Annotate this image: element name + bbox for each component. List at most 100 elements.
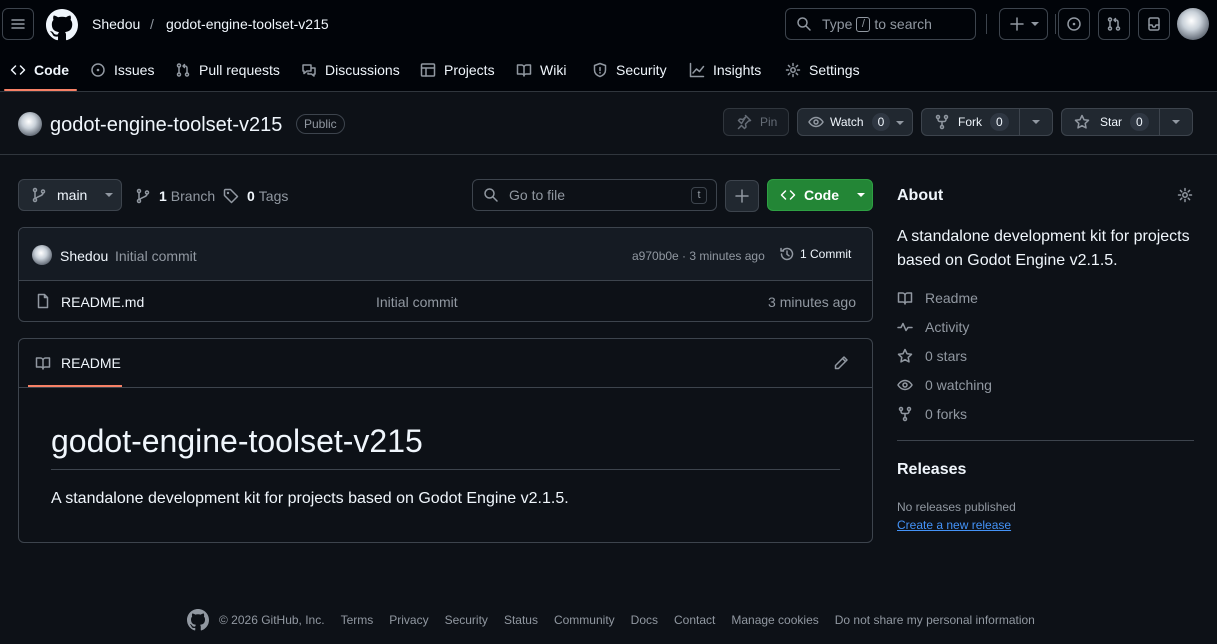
- sidebar-item-label: Activity: [925, 319, 970, 335]
- divider: [986, 14, 987, 34]
- sidebar-item-label: 0 watching: [925, 377, 992, 393]
- table-row[interactable]: README.md Initial commit 3 minutes ago: [19, 281, 872, 321]
- shield-icon: [593, 62, 607, 78]
- branch-word: Branch: [170, 188, 216, 204]
- readme-body: A standalone development kit for project…: [51, 490, 569, 507]
- footer-link-status[interactable]: Status: [504, 613, 538, 627]
- footer-copyright: © 2026 GitHub, Inc.: [219, 613, 325, 627]
- star-dropdown[interactable]: [1159, 109, 1192, 135]
- search-input[interactable]: Type / to search: [785, 8, 976, 40]
- github-logo-icon[interactable]: [46, 9, 78, 41]
- graph-icon: [689, 62, 705, 78]
- tab-insights-label: Insights: [713, 62, 762, 78]
- sidebar-item-label: Readme: [925, 290, 978, 306]
- breadcrumb-owner[interactable]: Shedou: [92, 16, 140, 32]
- fork-dropdown[interactable]: [1019, 109, 1052, 135]
- branches-link[interactable]: 1 Branch: [135, 188, 215, 204]
- global-header: Shedou / godot-engine-toolset-v215 Type …: [0, 0, 1217, 92]
- sidebar-item-activity[interactable]: Activity: [897, 319, 969, 335]
- footer-link-security[interactable]: Security: [445, 613, 488, 627]
- create-release-link[interactable]: Create a new release: [897, 518, 1011, 532]
- inbox-button[interactable]: [1138, 8, 1170, 40]
- code-dropdown-button[interactable]: Code: [767, 179, 873, 211]
- eye-icon: [897, 379, 913, 391]
- footer-link-manage-cookies[interactable]: Manage cookies: [731, 613, 818, 627]
- repo-title[interactable]: godot-engine-toolset-v215: [50, 114, 282, 137]
- book-icon: [35, 357, 51, 370]
- tab-settings[interactable]: Settings: [785, 48, 860, 92]
- footer-link-do-not-share[interactable]: Do not share my personal information: [835, 613, 1035, 627]
- commit-author[interactable]: Shedou: [60, 248, 108, 264]
- edit-readme-button[interactable]: [833, 355, 851, 373]
- readme-tab-label: README: [61, 355, 121, 371]
- sidebar-item-readme[interactable]: Readme: [897, 290, 978, 306]
- pin-label: Pin: [760, 115, 778, 129]
- user-avatar[interactable]: [1177, 8, 1209, 40]
- issues-button[interactable]: [1058, 8, 1090, 40]
- pin-button[interactable]: Pin: [723, 108, 789, 136]
- repo-forked-icon: [935, 114, 949, 130]
- branch-selector[interactable]: main: [18, 179, 122, 211]
- readme-panel: README godot-engine-toolset-v215 A stand…: [18, 338, 873, 543]
- pull-requests-button[interactable]: [1098, 8, 1130, 40]
- book-icon: [516, 64, 532, 77]
- sidebar-item-stars[interactable]: 0 stars: [897, 348, 967, 364]
- footer-link-community[interactable]: Community: [554, 613, 615, 627]
- commit-author-avatar[interactable]: [32, 245, 52, 265]
- sidebar-item-label: 0 stars: [925, 348, 968, 364]
- gear-icon: [1177, 187, 1193, 203]
- fork-button[interactable]: Fork 0: [921, 108, 1053, 136]
- tab-projects-label: Projects: [444, 62, 495, 78]
- tab-pull-requests-label: Pull requests: [199, 62, 280, 78]
- tags-link[interactable]: 0 Tags: [223, 188, 288, 204]
- tab-wiki[interactable]: Wiki: [516, 48, 566, 92]
- branch-name: main: [57, 187, 88, 203]
- readme-tab[interactable]: README: [27, 339, 121, 387]
- file-name[interactable]: README.md: [61, 294, 144, 310]
- breadcrumb-separator: /: [150, 16, 154, 32]
- watch-label: Watch: [830, 115, 864, 129]
- create-new-button[interactable]: [999, 8, 1048, 40]
- about-settings-button[interactable]: [1177, 187, 1193, 203]
- sidebar-item-forks[interactable]: 0 forks: [897, 406, 967, 422]
- tab-wiki-label: Wiki: [540, 62, 567, 78]
- footer-link-contact[interactable]: Contact: [674, 613, 715, 627]
- issue-opened-icon: [91, 63, 105, 77]
- history-icon: [780, 247, 794, 261]
- tag-count: 0: [247, 188, 255, 204]
- readme-heading: godot-engine-toolset-v215: [51, 423, 423, 459]
- footer-link-docs[interactable]: Docs: [631, 613, 658, 627]
- triangle-down-icon: [105, 193, 114, 197]
- commit-message[interactable]: Initial commit: [115, 248, 197, 264]
- tab-discussions[interactable]: Discussions: [301, 48, 400, 92]
- commits-count-label: 1 Commit: [800, 247, 852, 261]
- tab-code[interactable]: Code: [10, 48, 69, 92]
- owner-avatar[interactable]: [18, 112, 42, 136]
- commits-history-link[interactable]: 1 Commit: [779, 246, 851, 262]
- breadcrumb-repo[interactable]: godot-engine-toolset-v215: [166, 16, 329, 32]
- footer-link-terms[interactable]: Terms: [341, 613, 374, 627]
- inbox-icon: [1148, 17, 1160, 31]
- add-file-button[interactable]: [725, 180, 759, 212]
- tab-projects[interactable]: Projects: [420, 48, 495, 92]
- tab-insights[interactable]: Insights: [689, 48, 761, 92]
- search-icon: [484, 188, 498, 202]
- go-to-file-input[interactable]: Go to file t: [472, 179, 717, 211]
- releases-heading[interactable]: Releases: [897, 461, 966, 479]
- sidebar-item-label: 0 forks: [925, 406, 968, 422]
- tab-security[interactable]: Security: [592, 48, 667, 92]
- search-placeholder-prefix: Type: [822, 16, 853, 32]
- code-icon: [10, 65, 26, 75]
- tab-pull-requests[interactable]: Pull requests: [175, 48, 280, 92]
- commit-hash-time[interactable]: a970b0e · 3 minutes ago: [632, 249, 765, 263]
- sidebar-item-watching[interactable]: 0 watching: [897, 377, 992, 393]
- tab-issues[interactable]: Issues: [90, 48, 154, 92]
- menu-button[interactable]: [2, 8, 34, 40]
- github-logo-icon[interactable]: [187, 609, 209, 631]
- footer-link-privacy[interactable]: Privacy: [389, 613, 428, 627]
- star-button[interactable]: Star 0: [1061, 108, 1193, 136]
- watch-button[interactable]: Watch 0: [797, 108, 913, 136]
- star-icon: [1074, 114, 1090, 129]
- file-commit-message[interactable]: Initial commit: [376, 294, 458, 310]
- triangle-down-icon: [1172, 120, 1180, 124]
